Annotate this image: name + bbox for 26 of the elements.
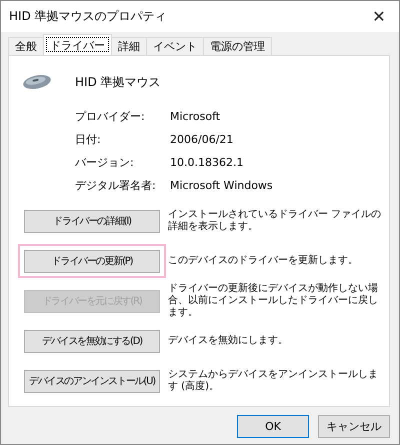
property-value: 2006/06/21 (170, 133, 234, 147)
property-label: バージョン: (75, 156, 135, 170)
tab[interactable]: ドライバー (43, 34, 112, 55)
action-description: インストールされているドライバー ファイルの詳細を表示します。 (168, 209, 382, 233)
action-description: デバイスを無効にします。 (168, 335, 289, 347)
property-value: 10.0.18362.1 (170, 156, 244, 170)
action-description: このデバイスのドライバーを更新します。 (168, 255, 359, 267)
window-title: HID 準拠マウスのプロパティ (9, 8, 167, 25)
dialog-button[interactable]: キャンセル (318, 415, 390, 438)
property-value: Microsoft (170, 110, 222, 124)
device-name: HID 準拠マウス (75, 74, 161, 90)
tab[interactable]: 電源の管理 (203, 37, 272, 55)
action-button[interactable]: ドライバーの詳細(I) (24, 210, 160, 232)
property-label: デジタル署名者: (75, 179, 157, 193)
action-button[interactable]: デバイスのアンインストール(U) (24, 370, 160, 392)
property-label: プロバイダー: (75, 110, 146, 124)
tab[interactable]: 全般 (8, 37, 44, 55)
mouse-icon (21, 73, 53, 91)
close-button[interactable]: ✕ (359, 1, 399, 32)
property-label: 日付: (75, 133, 102, 147)
action-button[interactable]: デバイスを無効にする(D) (24, 330, 160, 352)
property-value: Microsoft Windows (170, 179, 274, 193)
action-description: システムからデバイスをアンインストールします (高度)。 (168, 369, 379, 393)
dialog-button[interactable]: OK (237, 415, 309, 438)
action-button[interactable]: ドライバーの更新(P) (24, 250, 160, 272)
action-description: ドライバーの更新後にデバイスが動作しない場合、以前にインストールしたドライバーに戻します。 (168, 283, 379, 319)
